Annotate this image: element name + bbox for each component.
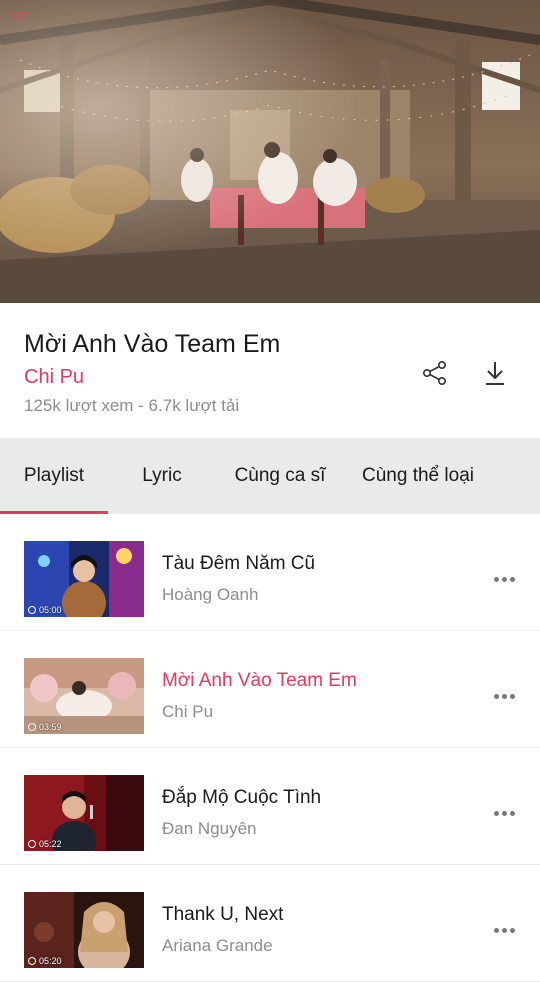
tab-same-genre[interactable]: Cùng thể loại bbox=[352, 438, 484, 514]
duration-label: 05:00 bbox=[28, 605, 62, 615]
download-button[interactable] bbox=[477, 355, 513, 391]
tab-playlist[interactable]: Playlist bbox=[0, 438, 108, 514]
list-item[interactable]: 03:59 Mời Anh Vào Team Em Chi Pu bbox=[0, 631, 540, 748]
video-watermark: csn bbox=[10, 6, 32, 21]
item-title: Thank U, Next bbox=[162, 904, 284, 925]
more-dots-icon bbox=[493, 693, 499, 699]
list-item[interactable]: 05:20 Thank U, Next Ariana Grande bbox=[0, 865, 540, 982]
tab-lyric[interactable]: Lyric bbox=[118, 438, 206, 514]
more-options-button[interactable] bbox=[488, 798, 520, 828]
video-frame bbox=[0, 0, 540, 303]
item-artist: Đan Nguyên bbox=[162, 819, 257, 838]
duration-text: 05:22 bbox=[39, 839, 62, 849]
more-options-button[interactable] bbox=[488, 564, 520, 594]
duration-label: 05:20 bbox=[28, 956, 62, 966]
duration-text: 05:20 bbox=[39, 956, 62, 966]
duration-label: 05:22 bbox=[28, 839, 62, 849]
tab-same-singer[interactable]: Cùng ca sĩ bbox=[222, 438, 338, 514]
playlist: 05:00 Tàu Đêm Năm Cũ Hoàng Oanh 03:59 Mờ… bbox=[0, 514, 540, 982]
duration-text: 05:00 bbox=[39, 605, 62, 615]
more-options-button[interactable] bbox=[488, 681, 520, 711]
duration-label: 03:59 bbox=[28, 722, 62, 732]
video-player[interactable]: csn bbox=[0, 0, 540, 303]
video-thumbnail: 05:20 bbox=[24, 892, 144, 968]
item-artist: Hoàng Oanh bbox=[162, 585, 259, 604]
more-options-button[interactable] bbox=[488, 915, 520, 945]
more-dots-icon bbox=[493, 810, 499, 816]
item-artist: Chi Pu bbox=[162, 702, 214, 721]
item-title: Đắp Mộ Cuộc Tình bbox=[162, 787, 322, 808]
more-dots-icon bbox=[493, 576, 499, 582]
clock-icon bbox=[28, 723, 36, 731]
share-icon bbox=[422, 360, 446, 385]
tab-bar: Playlist Lyric Cùng ca sĩ Cùng thể loại bbox=[0, 438, 540, 514]
share-button[interactable] bbox=[417, 355, 453, 391]
video-thumbnail: 05:22 bbox=[24, 775, 144, 851]
clock-icon bbox=[28, 606, 36, 614]
download-icon bbox=[486, 362, 504, 385]
song-artist[interactable]: Chi Pu bbox=[24, 366, 84, 389]
video-thumbnail: 03:59 bbox=[24, 658, 144, 734]
item-title-now-playing: Mời Anh Vào Team Em bbox=[162, 670, 357, 691]
song-title: Mời Anh Vào Team Em bbox=[24, 330, 281, 358]
item-title: Tàu Đêm Năm Cũ bbox=[162, 553, 316, 574]
more-dots-icon bbox=[493, 927, 499, 933]
video-thumbnail: 05:00 bbox=[24, 541, 144, 617]
list-item[interactable]: 05:00 Tàu Đêm Năm Cũ Hoàng Oanh bbox=[0, 514, 540, 631]
clock-icon bbox=[28, 957, 36, 965]
clock-icon bbox=[28, 840, 36, 848]
song-stats: 125k lượt xem - 6.7k lượt tải bbox=[24, 396, 240, 415]
duration-text: 03:59 bbox=[39, 722, 62, 732]
item-artist: Ariana Grande bbox=[162, 936, 273, 955]
list-item[interactable]: 05:22 Đắp Mộ Cuộc Tình Đan Nguyên bbox=[0, 748, 540, 865]
song-info-panel: Mời Anh Vào Team Em Chi Pu 125k lượt xem… bbox=[0, 303, 540, 438]
